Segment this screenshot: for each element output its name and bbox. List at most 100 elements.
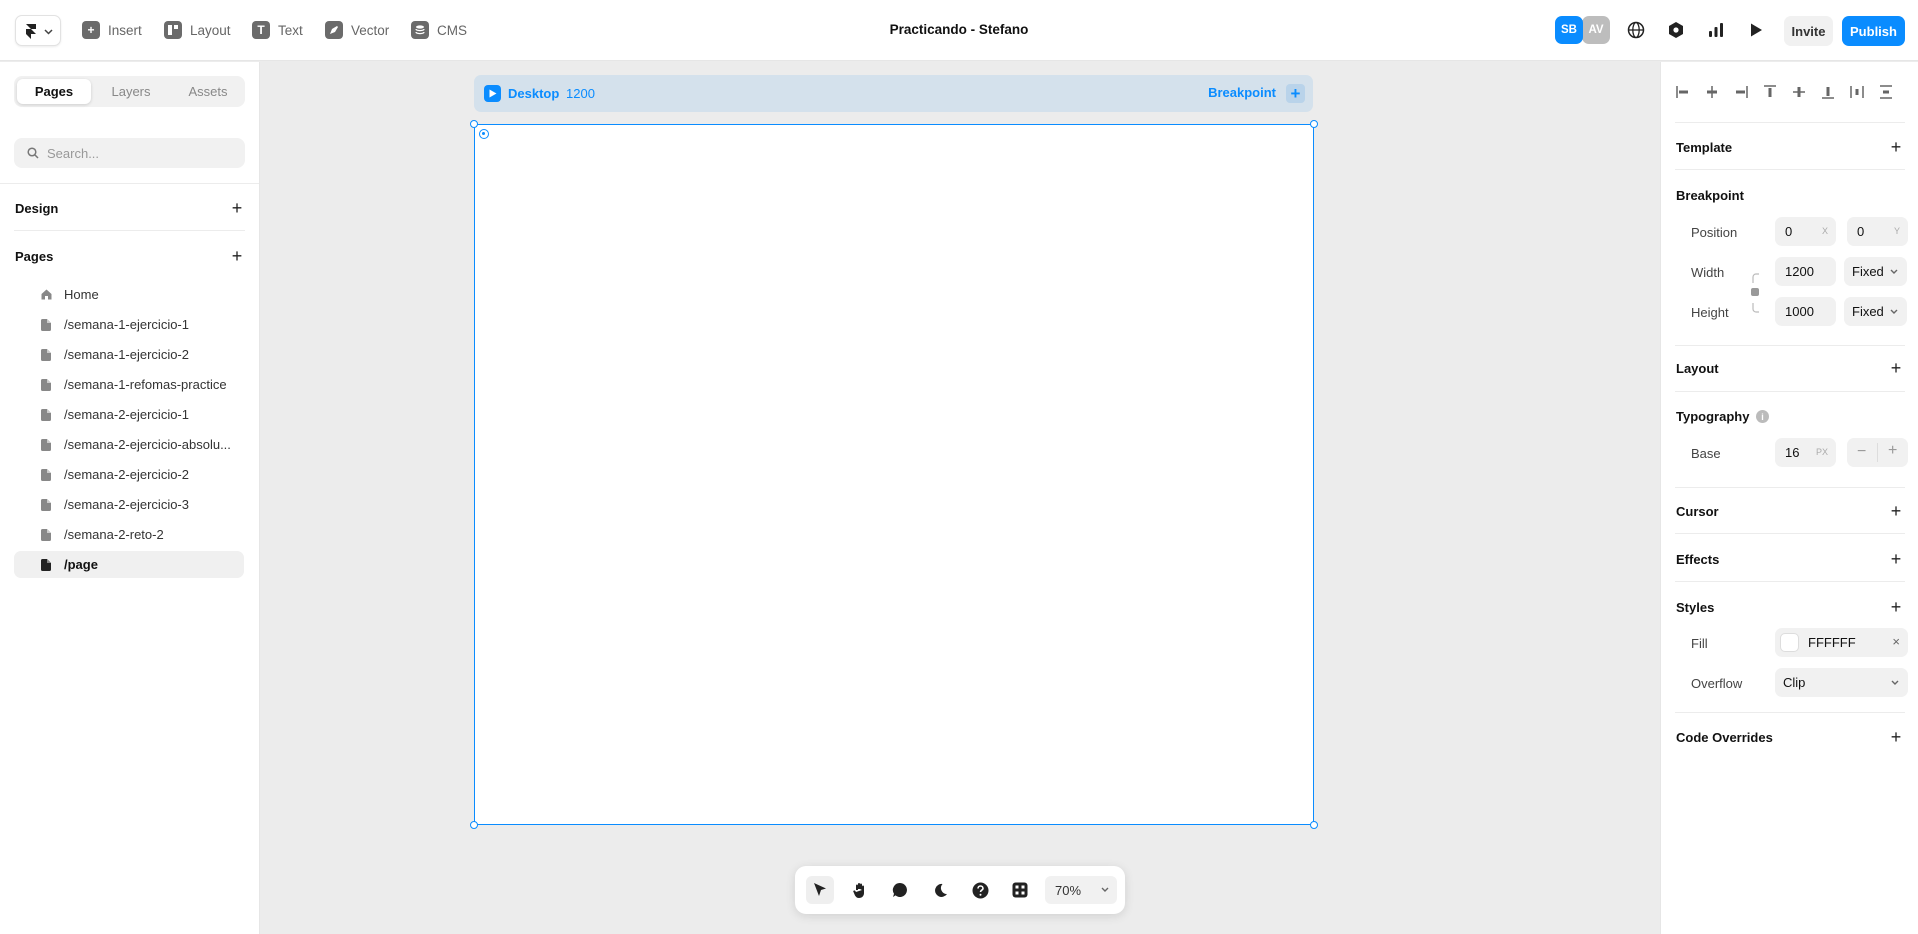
add-template-button[interactable]: + — [1888, 138, 1904, 156]
page-item[interactable]: /semana-2-ejercicio-absolu... — [14, 431, 244, 458]
page-item-active[interactable]: /page — [14, 551, 244, 578]
align-top-icon[interactable] — [1762, 84, 1778, 100]
frame-anchor-icon[interactable] — [479, 129, 489, 139]
page-item[interactable]: /semana-1-refomas-practice — [14, 371, 244, 398]
invite-button[interactable]: Invite — [1784, 16, 1833, 46]
page-item-label: /semana-2-ejercicio-2 — [64, 467, 189, 482]
desktop-frame[interactable] — [474, 124, 1314, 825]
avatar[interactable]: AV — [1582, 16, 1610, 44]
align-middle-icon[interactable] — [1791, 84, 1807, 100]
tab-pages[interactable]: Pages — [17, 79, 91, 104]
color-swatch[interactable] — [1781, 634, 1798, 651]
help-button[interactable] — [966, 876, 994, 904]
typography-section-title: Typography — [1676, 409, 1750, 424]
page-item-label: /semana-1-ejercicio-1 — [64, 317, 189, 332]
fill-color-value: FFFFFF — [1808, 635, 1856, 650]
width-input[interactable]: 1200 — [1775, 257, 1836, 286]
text-label: Text — [278, 22, 303, 38]
page-icon — [41, 529, 51, 541]
vector-tool[interactable]: Vector — [325, 19, 389, 41]
cursor-section-title: Cursor — [1676, 504, 1719, 519]
fill-color-field[interactable]: FFFFFF × — [1775, 628, 1908, 657]
base-size-input[interactable]: 16 PX — [1775, 438, 1836, 467]
position-x-field[interactable]: 0 X — [1775, 217, 1836, 246]
dark-mode-button[interactable] — [926, 876, 954, 904]
publish-button[interactable]: Publish — [1842, 16, 1905, 46]
page-item[interactable]: /semana-2-ejercicio-3 — [14, 491, 244, 518]
plugins-button[interactable] — [1006, 876, 1034, 904]
tab-assets[interactable]: Assets — [171, 79, 245, 104]
analytics-button[interactable] — [1702, 16, 1730, 44]
vector-label: Vector — [351, 22, 390, 38]
hand-tool-button[interactable] — [846, 876, 874, 904]
add-code-override-button[interactable]: + — [1888, 728, 1904, 746]
breakpoint-name[interactable]: Desktop — [508, 86, 559, 101]
add-breakpoint-button[interactable]: + — [1286, 84, 1305, 103]
zoom-select[interactable]: 70% — [1045, 876, 1117, 904]
add-cursor-button[interactable]: + — [1888, 502, 1904, 520]
base-label: Base — [1691, 446, 1721, 461]
settings-button[interactable] — [1662, 16, 1690, 44]
align-left-icon[interactable] — [1675, 84, 1691, 100]
height-mode-select[interactable]: Fixed — [1844, 297, 1907, 326]
resize-handle-top-left[interactable] — [470, 120, 478, 128]
height-input[interactable]: 1000 — [1775, 297, 1836, 326]
overflow-select[interactable]: Clip — [1775, 668, 1908, 697]
width-mode-select[interactable]: Fixed — [1844, 257, 1907, 286]
add-page-button[interactable]: + — [229, 247, 245, 265]
search-icon — [27, 147, 39, 159]
page-item[interactable]: /semana-2-ejercicio-1 — [14, 401, 244, 428]
search-input[interactable] — [47, 138, 237, 168]
framer-menu-button[interactable] — [15, 15, 61, 46]
avatar[interactable]: SB — [1555, 16, 1583, 44]
globe-button[interactable] — [1622, 16, 1650, 44]
resize-handle-bottom-left[interactable] — [470, 821, 478, 829]
distribute-vertical-icon[interactable] — [1878, 84, 1894, 100]
page-item[interactable]: /semana-1-ejercicio-1 — [14, 311, 244, 338]
preview-breakpoint-button[interactable] — [484, 85, 501, 102]
insert-tool[interactable]: + Insert — [82, 19, 142, 41]
add-style-button[interactable]: + — [1888, 598, 1904, 616]
add-effect-button[interactable]: + — [1888, 550, 1904, 568]
resize-handle-bottom-right[interactable] — [1310, 821, 1318, 829]
page-item[interactable]: /semana-2-reto-2 — [14, 521, 244, 548]
template-section-title: Template — [1676, 140, 1733, 155]
resize-handle-top-right[interactable] — [1310, 120, 1318, 128]
database-icon — [411, 21, 429, 39]
page-icon — [41, 559, 51, 571]
cursor-icon — [814, 883, 826, 896]
top-toolbar: + Insert Layout T Text Vector CMS Practi… — [0, 0, 1918, 61]
preview-button[interactable] — [1742, 16, 1770, 44]
divider — [1675, 533, 1905, 534]
hand-icon — [853, 882, 864, 898]
question-icon — [972, 882, 988, 898]
layout-icon — [164, 21, 182, 39]
page-item[interactable]: /semana-2-ejercicio-2 — [14, 461, 244, 488]
info-icon[interactable]: i — [1756, 410, 1769, 423]
add-breakpoint-label[interactable]: Breakpoint — [1208, 85, 1276, 100]
page-item[interactable]: /semana-1-ejercicio-2 — [14, 341, 244, 368]
align-bottom-icon[interactable] — [1820, 84, 1836, 100]
page-item-label: /semana-1-ejercicio-2 — [64, 347, 189, 362]
page-item-label: Home — [64, 287, 99, 302]
cms-tool[interactable]: CMS — [411, 19, 467, 41]
distribute-horizontal-icon[interactable] — [1849, 84, 1865, 100]
position-y-field[interactable]: 0 Y — [1847, 217, 1908, 246]
tab-layers[interactable]: Layers — [94, 79, 168, 104]
align-right-icon[interactable] — [1733, 84, 1749, 100]
text-tool[interactable]: T Text — [252, 19, 303, 41]
layout-tool[interactable]: Layout — [164, 19, 231, 41]
link-dimensions-icon[interactable] — [1751, 272, 1761, 314]
increment-button[interactable]: + — [1888, 442, 1897, 460]
decrement-button[interactable]: − — [1857, 443, 1866, 461]
sidebar-tabs: Pages Layers Assets — [14, 76, 245, 107]
comment-tool-button[interactable] — [886, 876, 914, 904]
text-icon: T — [252, 21, 270, 39]
page-item-home[interactable]: Home — [14, 281, 244, 308]
divider — [1675, 169, 1905, 170]
align-center-h-icon[interactable] — [1704, 84, 1720, 100]
remove-fill-icon[interactable]: × — [1892, 634, 1900, 649]
add-layout-button[interactable]: + — [1888, 359, 1904, 377]
select-tool-button[interactable] — [806, 876, 834, 904]
add-design-button[interactable]: + — [229, 199, 245, 217]
